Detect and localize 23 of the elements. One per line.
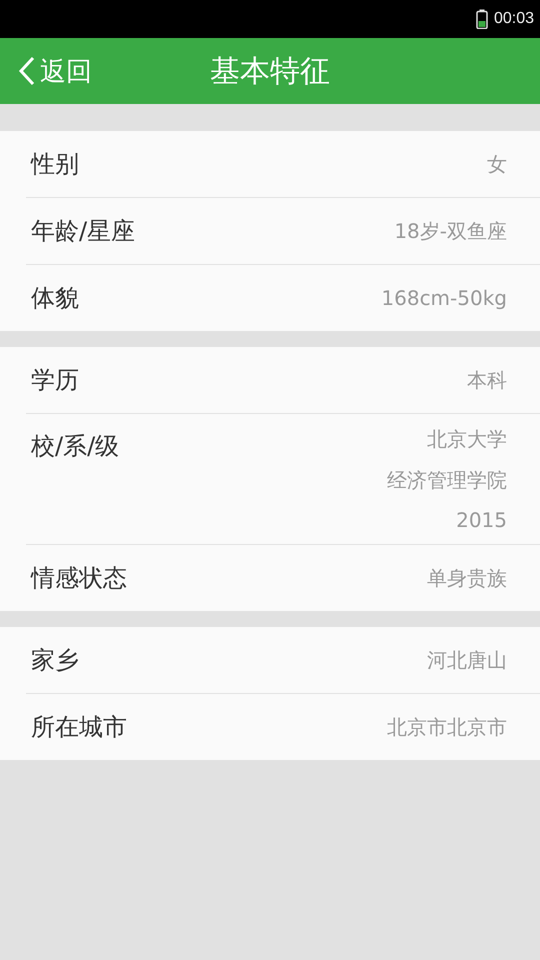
back-icon — [18, 56, 36, 86]
status-time: 00:03 — [494, 10, 534, 28]
field-value: 河北唐山 — [427, 646, 507, 674]
field-label: 体貌 — [30, 283, 79, 314]
field-label: 家乡 — [30, 645, 79, 676]
field-value: 18岁-双鱼座 — [394, 218, 507, 244]
field-label: 校/系/级 — [30, 431, 120, 462]
field-value: 北京市北京市 — [387, 714, 507, 740]
field-value: 本科 — [467, 366, 507, 394]
field-value: 经济管理学院 — [387, 467, 507, 494]
field-value: 北京大学 — [427, 426, 507, 453]
field-label: 情感状态 — [30, 563, 127, 594]
field-value: 单身贵族 — [427, 564, 507, 592]
field-value: 168cm-50kg — [381, 286, 507, 310]
field-value: 2015 — [456, 508, 507, 532]
field-label: 年龄/星座 — [30, 216, 136, 247]
field-value: 女 — [487, 150, 507, 178]
page-title: 基本特征 — [210, 52, 330, 90]
field-label: 所在城市 — [30, 712, 127, 743]
battery-icon — [476, 9, 488, 29]
field-label: 学历 — [30, 365, 79, 396]
field-label: 性别 — [30, 149, 79, 180]
back-button[interactable]: 返回 — [0, 54, 92, 88]
